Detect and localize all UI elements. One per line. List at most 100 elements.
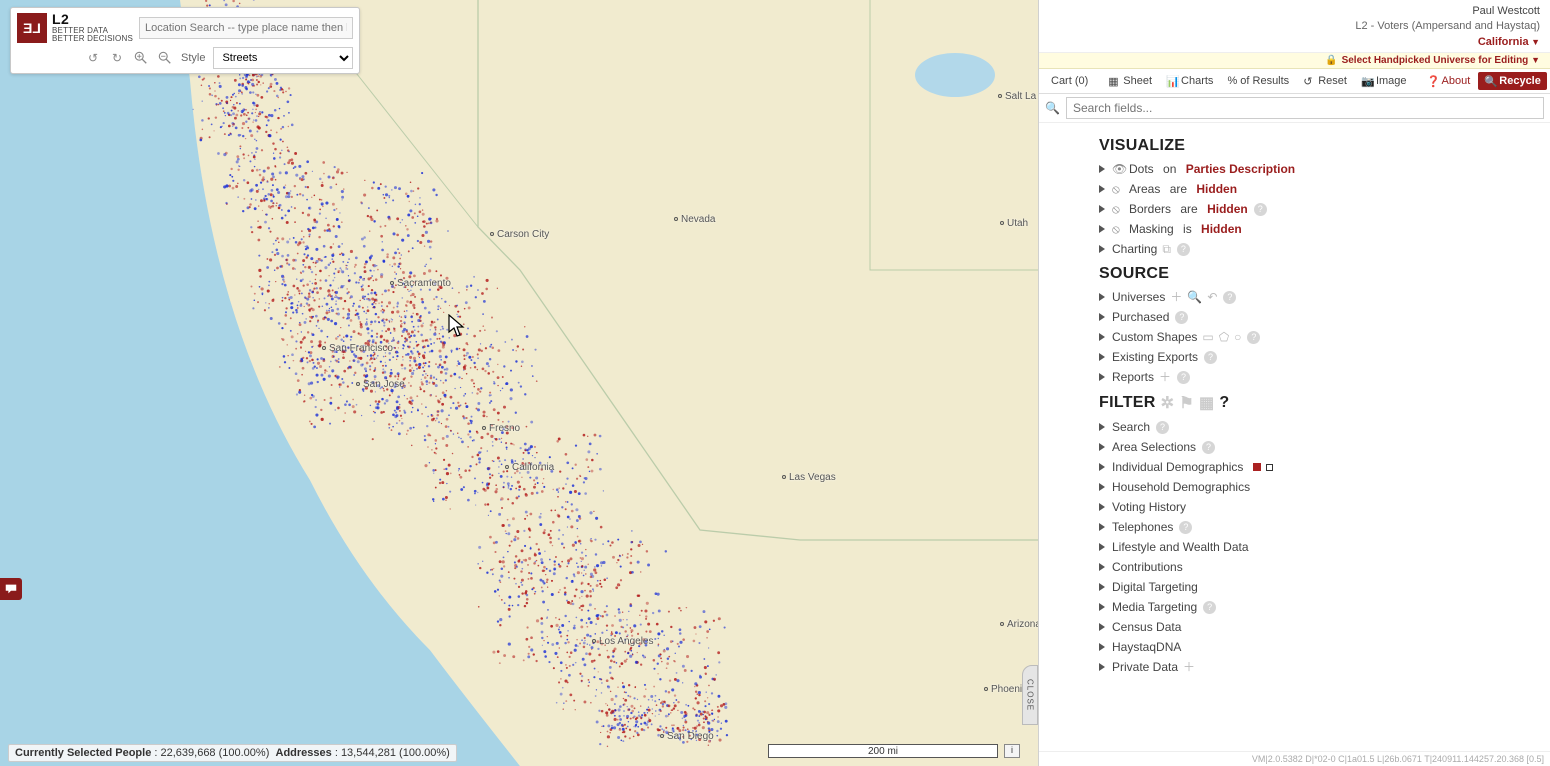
help-icon[interactable]: ?: [1203, 601, 1216, 614]
city-label: Utah: [1000, 218, 1028, 229]
undo-icon[interactable]: ↶: [1207, 288, 1217, 306]
sheet-button[interactable]: ▦Sheet: [1102, 72, 1158, 90]
city-label: Phoenix: [984, 684, 1027, 695]
pentagon-icon[interactable]: ⬠: [1219, 328, 1229, 346]
flt-media-row[interactable]: Media Targeting?: [1099, 597, 1546, 617]
sidebar-panel: Paul Westcott L2 - Voters (Ampersand and…: [1038, 0, 1550, 766]
hidden-icon: ⦸: [1112, 200, 1126, 218]
city-label: Nevada: [674, 214, 715, 225]
grid-icon: ▦: [1108, 75, 1120, 87]
fields-search-input[interactable]: [1066, 97, 1544, 119]
rotate-left-icon[interactable]: ↺: [85, 50, 101, 66]
help-icon[interactable]: ?: [1202, 441, 1215, 454]
search-icon: 🔍: [1045, 101, 1060, 115]
viz-dots-row[interactable]: 👁Dots on Parties Description: [1099, 159, 1546, 179]
gear-icon[interactable]: ✲: [1161, 393, 1175, 413]
state-dropdown[interactable]: California: [1049, 35, 1540, 50]
city-label: California: [505, 462, 554, 473]
search-icon[interactable]: 🔍: [1187, 288, 1202, 306]
handpicked-universe-banner[interactable]: 🔒Select Handpicked Universe for Editing: [1039, 53, 1550, 69]
section-filter: FILTER ✲ ⚑ ▦ ?: [1099, 393, 1546, 413]
map-area[interactable]: SacramentoCarson CitySan FranciscoSan Jo…: [0, 0, 1038, 766]
help-icon: ❓: [1427, 75, 1439, 87]
help-icon[interactable]: ?: [1175, 311, 1188, 324]
external-icon[interactable]: ⧉: [1162, 240, 1171, 258]
city-label: Fresno: [482, 423, 520, 434]
map-status-bar: Currently Selected People : 22,639,668 (…: [8, 744, 457, 762]
flt-voting-row[interactable]: Voting History: [1099, 497, 1546, 517]
zoom-in-icon[interactable]: [133, 50, 149, 66]
city-label: San Francisco: [322, 343, 393, 354]
help-icon[interactable]: ?: [1204, 351, 1217, 364]
src-shapes-row[interactable]: Custom Shapes▭⬠○?: [1099, 327, 1546, 347]
viz-charting-row[interactable]: Charting⧉?: [1099, 239, 1546, 259]
user-name[interactable]: Paul Westcott: [1049, 4, 1540, 19]
flt-telephones-row[interactable]: Telephones?: [1099, 517, 1546, 537]
flt-contrib-row[interactable]: Contributions: [1099, 557, 1546, 577]
flt-household-row[interactable]: Household Demographics: [1099, 477, 1546, 497]
src-purchased-row[interactable]: Purchased?: [1099, 307, 1546, 327]
flt-individual-row[interactable]: Individual Demographics: [1099, 457, 1546, 477]
map-scale-bar: 200 mi: [768, 744, 998, 758]
city-label: San Jose: [356, 379, 405, 390]
cart-button[interactable]: Cart (0): [1045, 72, 1094, 90]
rect-icon[interactable]: ▭: [1202, 328, 1213, 346]
plus-icon[interactable]: ＋: [1159, 368, 1171, 386]
red-square-icon: [1253, 463, 1261, 471]
map-control-box: LE L2 BETTER DATA BETTER DECISIONS ↺ ↻ S…: [10, 7, 360, 74]
help-icon[interactable]: ?: [1156, 421, 1169, 434]
recycle-button[interactable]: 🔍Recycle: [1478, 72, 1547, 90]
help-icon[interactable]: ?: [1177, 371, 1190, 384]
eye-icon: 👁: [1112, 160, 1126, 178]
camera-icon: 📷: [1361, 75, 1373, 87]
flt-census-row[interactable]: Census Data: [1099, 617, 1546, 637]
section-visualize: VISUALIZE: [1099, 137, 1546, 155]
city-label: Salt La: [998, 91, 1036, 102]
help-icon[interactable]: ?: [1247, 331, 1260, 344]
flt-area-row[interactable]: Area Selections?: [1099, 437, 1546, 457]
charts-button[interactable]: 📊Charts: [1160, 72, 1219, 90]
plus-icon[interactable]: ＋: [1183, 658, 1195, 676]
hidden-icon: ⦸: [1112, 180, 1126, 198]
flt-haystaq-row[interactable]: HaystaqDNA: [1099, 637, 1546, 657]
help-icon[interactable]: ?: [1223, 291, 1236, 304]
rotate-right-icon[interactable]: ↻: [109, 50, 125, 66]
hidden-icon: ⦸: [1112, 220, 1126, 238]
src-exports-row[interactable]: Existing Exports?: [1099, 347, 1546, 367]
help-icon[interactable]: ?: [1179, 521, 1192, 534]
grid-icon[interactable]: ▦: [1199, 393, 1214, 413]
toolbar: Cart (0) ▦Sheet 📊Charts % of Results ↺Re…: [1039, 69, 1550, 94]
map-style-select[interactable]: Streets: [213, 47, 353, 69]
flt-private-row[interactable]: Private Data＋: [1099, 657, 1546, 677]
collapse-panel-handle[interactable]: CLOSE: [1022, 665, 1038, 725]
flt-digital-row[interactable]: Digital Targeting: [1099, 577, 1546, 597]
flag-icon[interactable]: ⚑: [1179, 393, 1194, 413]
viz-borders-row[interactable]: ⦸Borders are Hidden?: [1099, 199, 1546, 219]
map-canvas: [0, 0, 1038, 766]
about-button[interactable]: ❓About: [1421, 72, 1477, 90]
lock-icon: 🔒: [1325, 55, 1337, 66]
viz-areas-row[interactable]: ⦸Areas are Hidden: [1099, 179, 1546, 199]
help-icon[interactable]: ?: [1219, 394, 1229, 412]
src-reports-row[interactable]: Reports＋?: [1099, 367, 1546, 387]
location-search-input[interactable]: [139, 17, 353, 39]
section-source: SOURCE: [1099, 265, 1546, 283]
pct-results-button[interactable]: % of Results: [1221, 72, 1295, 90]
map-info-button[interactable]: i: [1004, 744, 1020, 758]
zoom-out-icon[interactable]: [157, 50, 173, 66]
flt-lifestyle-row[interactable]: Lifestyle and Wealth Data: [1099, 537, 1546, 557]
city-label: San Diego: [660, 731, 714, 742]
help-icon[interactable]: ?: [1177, 243, 1190, 256]
checker-icon: [1266, 464, 1273, 471]
reset-button[interactable]: ↺Reset: [1297, 72, 1353, 90]
panel-body[interactable]: VISUALIZE 👁Dots on Parties Description ⦸…: [1039, 123, 1550, 751]
city-label: Sacramento: [390, 278, 451, 289]
src-universes-row[interactable]: Universes＋🔍↶?: [1099, 287, 1546, 307]
feedback-tab[interactable]: [0, 578, 22, 600]
image-button[interactable]: 📷Image: [1355, 72, 1413, 90]
viz-masking-row[interactable]: ⦸Masking is Hidden: [1099, 219, 1546, 239]
plus-icon[interactable]: ＋: [1170, 288, 1182, 306]
help-icon[interactable]: ?: [1254, 203, 1267, 216]
flt-search-row[interactable]: Search?: [1099, 417, 1546, 437]
circle-icon[interactable]: ○: [1234, 328, 1241, 346]
